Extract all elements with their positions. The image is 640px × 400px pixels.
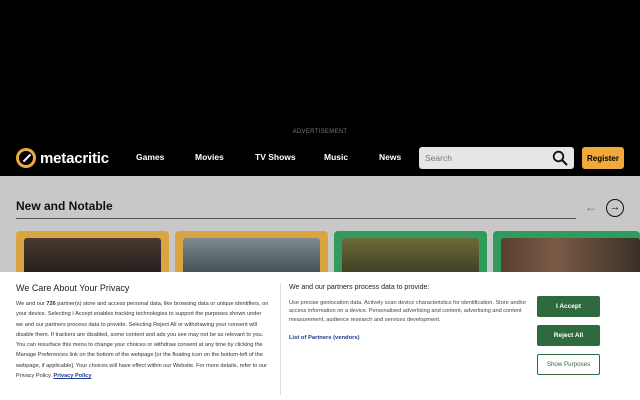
- search-box: [419, 147, 574, 169]
- privacy-consent-banner: We Care About Your Privacy We and our 72…: [0, 272, 640, 400]
- vendors-link[interactable]: List of Partners (vendors): [289, 335, 360, 341]
- nav-news[interactable]: News: [379, 152, 401, 162]
- metacritic-logo-icon: [16, 148, 36, 168]
- partners-title: We and our partners process data to prov…: [289, 284, 430, 291]
- metacritic-logo[interactable]: metacritic: [16, 148, 109, 168]
- nav-tv-shows[interactable]: TV Shows: [255, 152, 296, 162]
- search-icon[interactable]: [552, 150, 568, 166]
- show-purposes-button[interactable]: Show Purposes: [537, 354, 600, 375]
- consent-description: We and our 726 partner(s) store and acce…: [16, 301, 269, 380]
- consent-title: We Care About Your Privacy: [16, 283, 130, 293]
- carousel-prev-arrow-icon[interactable]: ←: [585, 200, 597, 214]
- reject-all-button[interactable]: Reject All: [537, 325, 600, 346]
- nav-games[interactable]: Games: [136, 152, 164, 162]
- consent-divider: [280, 283, 281, 395]
- partners-purposes: Use precise geolocation data. Actively s…: [289, 300, 527, 323]
- advertisement-area: ADVERTISEMENT: [0, 0, 640, 140]
- advertisement-label: ADVERTISEMENT: [292, 129, 348, 135]
- nav-movies[interactable]: Movies: [195, 152, 224, 162]
- logo-text: metacritic: [40, 149, 109, 167]
- register-button[interactable]: Register: [582, 147, 624, 169]
- section-divider: [16, 218, 576, 219]
- nav-music[interactable]: Music: [324, 152, 348, 162]
- section-title: New and Notable: [16, 199, 113, 213]
- accept-button[interactable]: I Accept: [537, 296, 600, 317]
- search-input[interactable]: [419, 147, 549, 169]
- privacy-policy-link[interactable]: Privacy Policy: [54, 373, 92, 379]
- site-header: metacritic Games Movies TV Shows Music N…: [0, 140, 640, 176]
- carousel-next-arrow-icon[interactable]: →: [606, 199, 624, 217]
- partner-count: 726: [46, 301, 56, 307]
